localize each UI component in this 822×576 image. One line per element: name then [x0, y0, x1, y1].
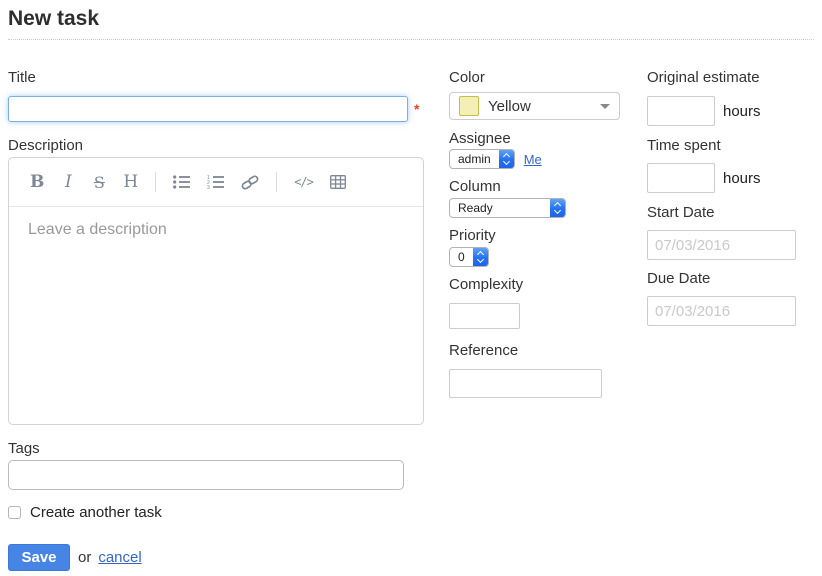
due-date-input[interactable]: [647, 296, 796, 326]
description-textarea[interactable]: Leave a description: [9, 207, 423, 253]
reference-label: Reference: [449, 343, 634, 358]
color-label: Color: [449, 70, 634, 85]
color-dropdown[interactable]: Yellow: [449, 92, 620, 120]
strikethrough-icon[interactable]: S: [92, 174, 106, 191]
column-select[interactable]: Ready: [449, 198, 566, 218]
original-estimate-input[interactable]: [647, 96, 715, 126]
complexity-input[interactable]: [449, 303, 520, 329]
column-label: Column: [449, 179, 634, 194]
assignee-row: admin Me: [449, 149, 634, 169]
right-column: Original estimate hours Time spent hours…: [647, 70, 819, 326]
time-spent-row: hours: [647, 163, 819, 193]
ordered-list-icon[interactable]: 1 2 3: [207, 175, 224, 189]
select-stepper-icon: [473, 248, 488, 266]
form-actions: Save or cancel: [8, 544, 426, 571]
bold-icon[interactable]: B: [30, 174, 44, 191]
tags-label: Tags: [8, 441, 426, 456]
reference-input[interactable]: [449, 369, 602, 398]
select-stepper-icon: [499, 150, 514, 168]
due-date-label: Due Date: [647, 271, 819, 286]
cancel-link[interactable]: cancel: [98, 549, 141, 566]
hours-unit-text: hours: [723, 170, 761, 187]
italic-icon[interactable]: I: [61, 174, 75, 191]
description-placeholder: Leave a description: [28, 221, 167, 238]
hours-unit-text: hours: [723, 103, 761, 120]
create-another-row: Create another task: [8, 504, 426, 521]
heading-icon[interactable]: H: [123, 174, 138, 191]
select-stepper-icon: [550, 199, 565, 217]
start-date-label: Start Date: [647, 205, 819, 220]
unordered-list-icon[interactable]: [173, 175, 190, 189]
toolbar-separator: [276, 172, 277, 192]
page-header: New task: [8, 7, 814, 40]
tags-input[interactable]: [8, 460, 404, 490]
middle-column: Color Yellow Assignee admin Me Column Re…: [449, 70, 634, 398]
create-another-label: Create another task: [30, 504, 162, 521]
link-icon[interactable]: [241, 175, 259, 190]
assignee-label: Assignee: [449, 131, 634, 146]
left-column: Title * Description B I S H 1 2: [8, 70, 426, 571]
complexity-label: Complexity: [449, 277, 634, 292]
column-selected-value: Ready: [450, 199, 501, 217]
assign-me-link[interactable]: Me: [524, 152, 542, 167]
priority-label: Priority: [449, 228, 634, 243]
required-asterisk: *: [414, 101, 419, 117]
svg-text:3: 3: [207, 185, 210, 189]
description-label: Description: [8, 138, 426, 153]
table-icon[interactable]: [330, 175, 346, 189]
time-spent-label: Time spent: [647, 138, 819, 153]
color-swatch-yellow: [459, 96, 479, 116]
or-text: or: [78, 549, 91, 566]
title-label: Title: [8, 70, 426, 85]
title-row: *: [8, 96, 426, 122]
description-editor: B I S H 1 2 3: [8, 157, 424, 425]
editor-toolbar: B I S H 1 2 3: [9, 158, 423, 207]
assignee-selected-value: admin: [450, 150, 499, 168]
start-date-input[interactable]: [647, 230, 796, 260]
create-another-checkbox[interactable]: [8, 506, 21, 519]
assignee-select[interactable]: admin: [449, 149, 515, 169]
original-estimate-label: Original estimate: [647, 70, 819, 85]
page-title: New task: [8, 7, 814, 31]
save-button[interactable]: Save: [8, 544, 70, 571]
time-spent-input[interactable]: [647, 163, 715, 193]
title-input[interactable]: [8, 96, 408, 122]
chevron-down-icon: [600, 104, 610, 109]
code-icon[interactable]: </>: [294, 175, 313, 189]
priority-selected-value: 0: [450, 248, 473, 266]
original-estimate-row: hours: [647, 96, 819, 126]
priority-select[interactable]: 0: [449, 247, 489, 267]
color-selected-value: Yellow: [488, 98, 531, 115]
toolbar-separator: [155, 172, 156, 192]
